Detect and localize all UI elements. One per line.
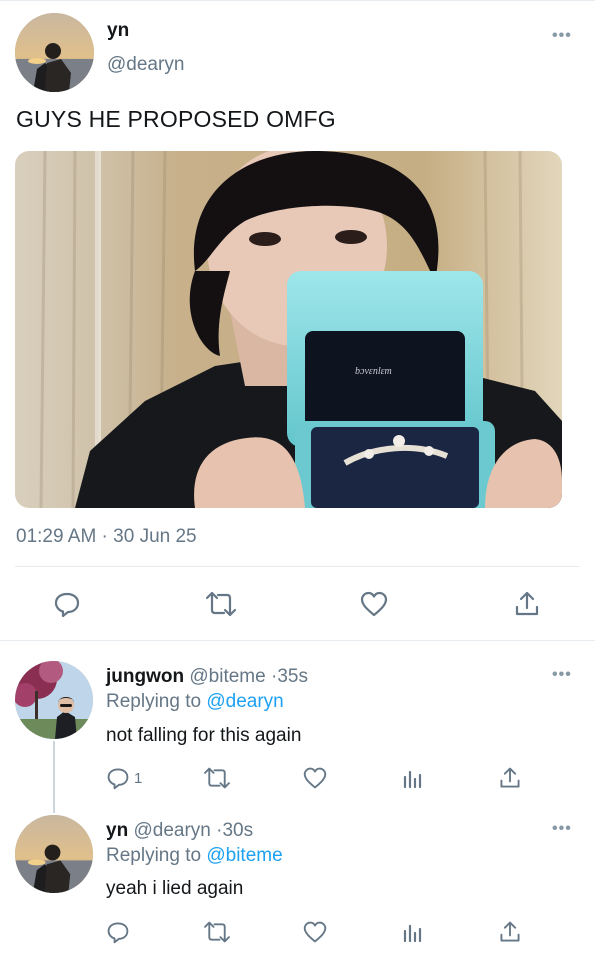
tweet-text: GUYS HE PROPOSED OMFG [16,106,336,132]
divider [0,640,595,641]
reply-text: yeah i lied again [106,878,244,899]
replying-to: Replying to @dearyn [106,691,284,713]
more-icon[interactable]: ••• [552,666,572,684]
reply-button[interactable]: 1 [106,765,142,791]
more-icon[interactable]: ••• [552,820,572,838]
user-handle[interactable]: @biteme [189,666,265,687]
retweet-icon[interactable] [202,765,232,791]
reply-header: jungwon @biteme ·35s [106,666,308,688]
avatar[interactable] [15,661,93,739]
avatar[interactable] [15,815,93,893]
svg-text:bɔvɛnlɛm: bɔvɛnlɛm [355,366,392,377]
reply-time[interactable]: 35s [277,666,308,687]
reply-count: 1 [134,769,143,787]
reply-button[interactable] [106,919,134,945]
tweet-timestamp[interactable]: 01:29 AM · 30 Jun 25 [16,526,197,548]
analytics-icon[interactable] [401,919,425,945]
share-icon[interactable] [497,765,523,791]
retweet-icon[interactable] [204,588,238,620]
tweet-photo[interactable]: bɔvɛnlɛm [15,151,562,508]
user-handle[interactable]: @dearyn [133,820,210,841]
share-icon[interactable] [497,919,523,945]
display-name[interactable]: yn [107,20,129,42]
reply-header: yn @dearyn ·30s [106,820,253,842]
reply-text: not falling for this again [106,725,302,746]
reply-icon[interactable] [51,588,83,620]
user-handle[interactable]: @dearyn [107,54,184,76]
display-name[interactable]: yn [106,820,128,841]
replying-to: Replying to @biteme [106,845,283,867]
divider [15,566,580,567]
replying-to-link[interactable]: @biteme [206,845,282,866]
like-icon[interactable] [357,588,391,620]
replying-prefix: Replying to [106,691,202,712]
reply-icon [107,922,129,944]
reply-icon [107,768,129,790]
thread-line [53,741,55,813]
replying-to-link[interactable]: @dearyn [206,691,283,712]
like-icon[interactable] [301,765,329,791]
replying-prefix: Replying to [106,845,202,866]
avatar[interactable] [15,13,94,92]
like-icon[interactable] [301,919,329,945]
top-border [0,0,595,1]
share-icon[interactable] [511,588,543,620]
reply-time[interactable]: 30s [222,820,253,841]
display-name[interactable]: jungwon [106,666,184,687]
more-icon[interactable]: ••• [552,27,572,45]
retweet-icon[interactable] [202,919,232,945]
analytics-icon[interactable] [401,765,425,791]
